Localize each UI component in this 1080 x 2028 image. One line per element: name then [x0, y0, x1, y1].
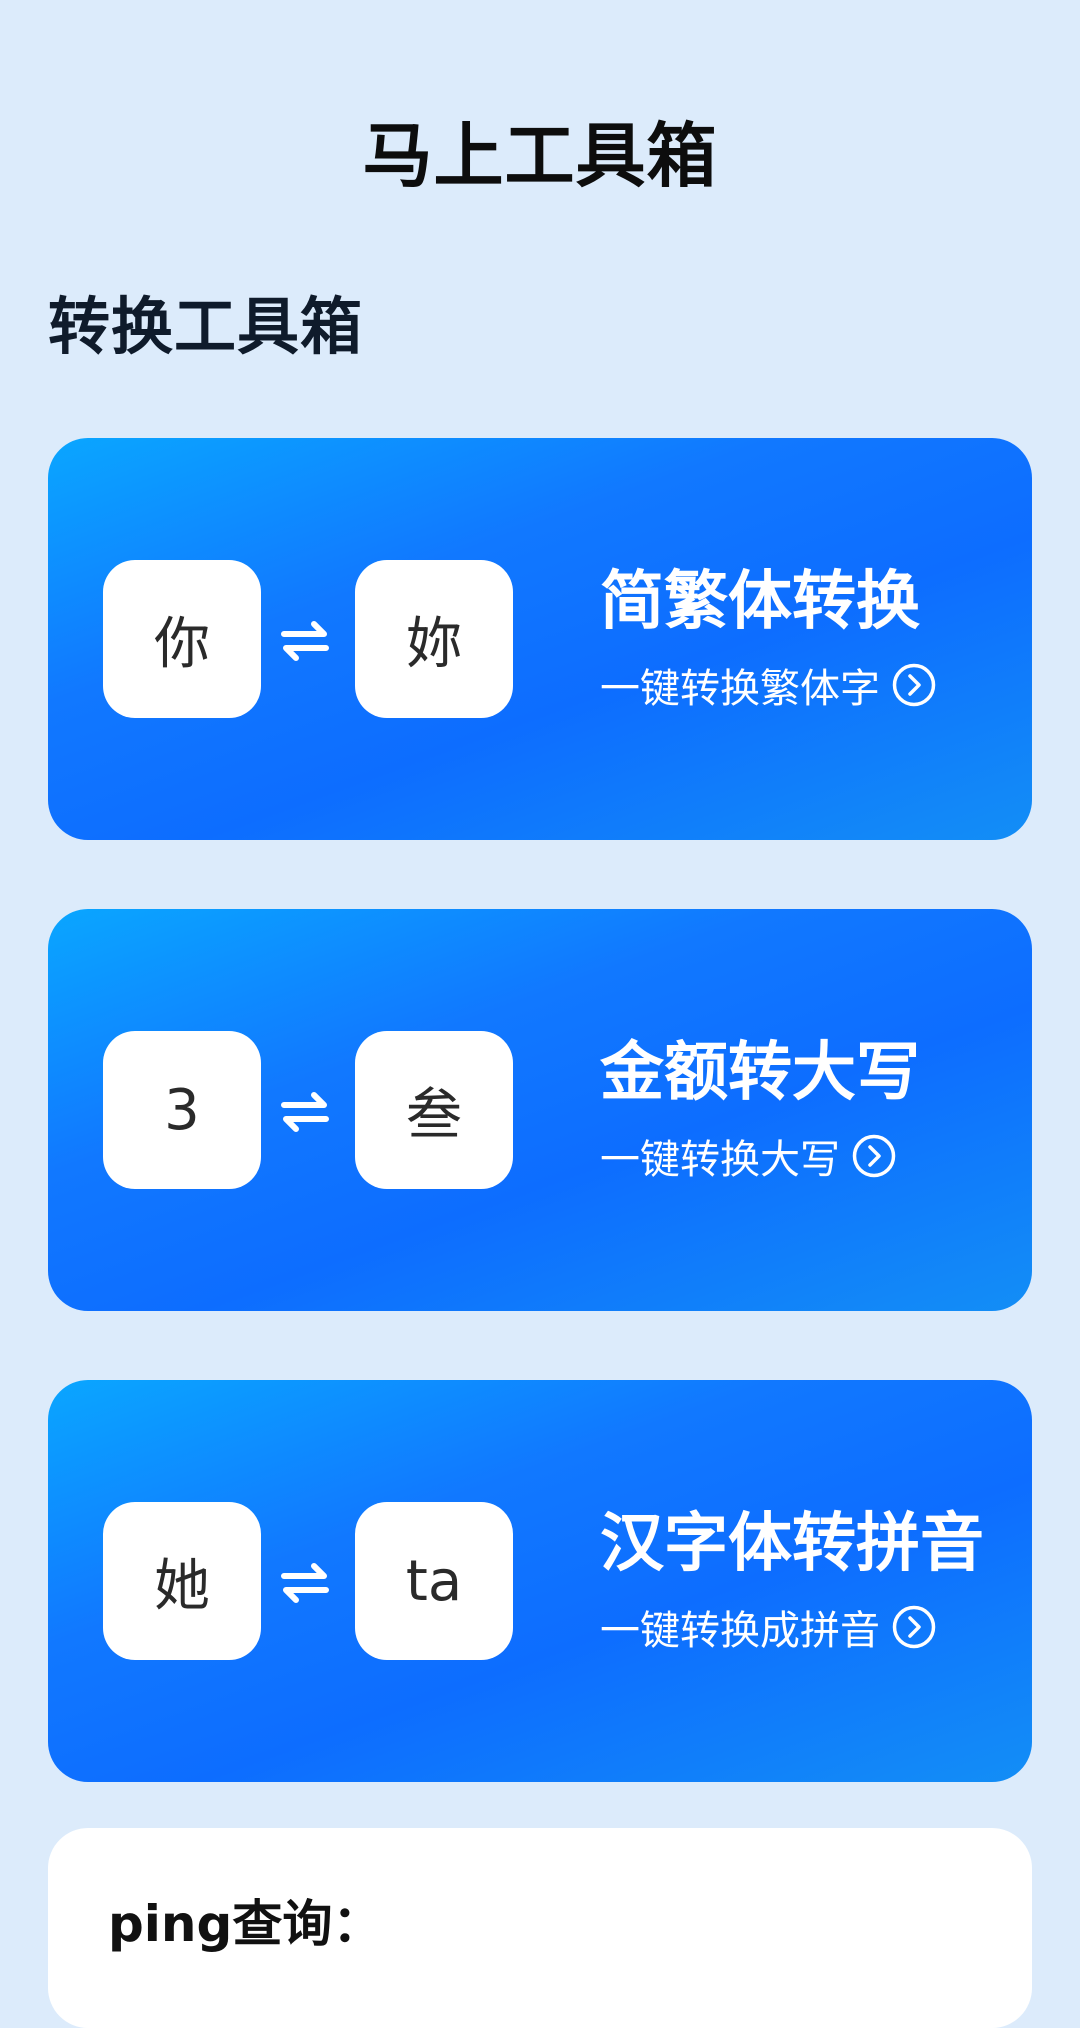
chevron-right-circle-icon[interactable] — [852, 1134, 896, 1178]
right-glyph: 妳 — [406, 611, 462, 677]
left-glyph-box: 3 — [103, 1031, 261, 1189]
swap-arrows-icon — [281, 1092, 329, 1132]
card-simplified-traditional[interactable]: 你 妳 简繁体转换 一键转换繁体字 — [48, 438, 1032, 840]
left-glyph: 3 — [164, 1077, 200, 1143]
card-subtitle: 一键转换繁体字 — [600, 666, 880, 712]
right-glyph: ta — [405, 1548, 463, 1614]
right-glyph-box: ta — [355, 1502, 513, 1660]
ping-label: ping查询： — [108, 1895, 383, 1953]
swap-arrows-icon — [281, 621, 329, 661]
ping-card[interactable]: ping查询： — [48, 1828, 1032, 2028]
card-subtitle-row: 一键转换成拼音 — [600, 1598, 936, 1656]
card-title: 汉字体转拼音 — [600, 1507, 984, 1581]
left-glyph: 你 — [154, 611, 210, 677]
card-subtitle: 一键转换大写 — [600, 1137, 840, 1183]
right-glyph-box: 叁 — [355, 1031, 513, 1189]
chevron-right-circle-icon[interactable] — [892, 663, 936, 707]
card-subtitle-row: 一键转换繁体字 — [600, 656, 936, 714]
page-title: 马上工具箱 — [362, 115, 718, 197]
left-glyph: 她 — [154, 1553, 210, 1619]
right-glyph-box: 妳 — [355, 560, 513, 718]
card-hanzi-pinyin[interactable]: 她 ta 汉字体转拼音 一键转换成拼音 — [48, 1380, 1032, 1782]
right-glyph: 叁 — [406, 1082, 462, 1148]
section-title: 转换工具箱 — [48, 290, 364, 363]
left-glyph-box: 你 — [103, 560, 261, 718]
card-subtitle: 一键转换成拼音 — [600, 1608, 880, 1654]
card-title: 金额转大写 — [600, 1036, 920, 1110]
left-glyph-box: 她 — [103, 1502, 261, 1660]
card-amount-uppercase[interactable]: 3 叁 金额转大写 一键转换大写 — [48, 909, 1032, 1311]
chevron-right-circle-icon[interactable] — [892, 1605, 936, 1649]
card-title: 简繁体转换 — [600, 565, 920, 639]
card-subtitle-row: 一键转换大写 — [600, 1127, 896, 1185]
swap-arrows-icon — [281, 1563, 329, 1603]
